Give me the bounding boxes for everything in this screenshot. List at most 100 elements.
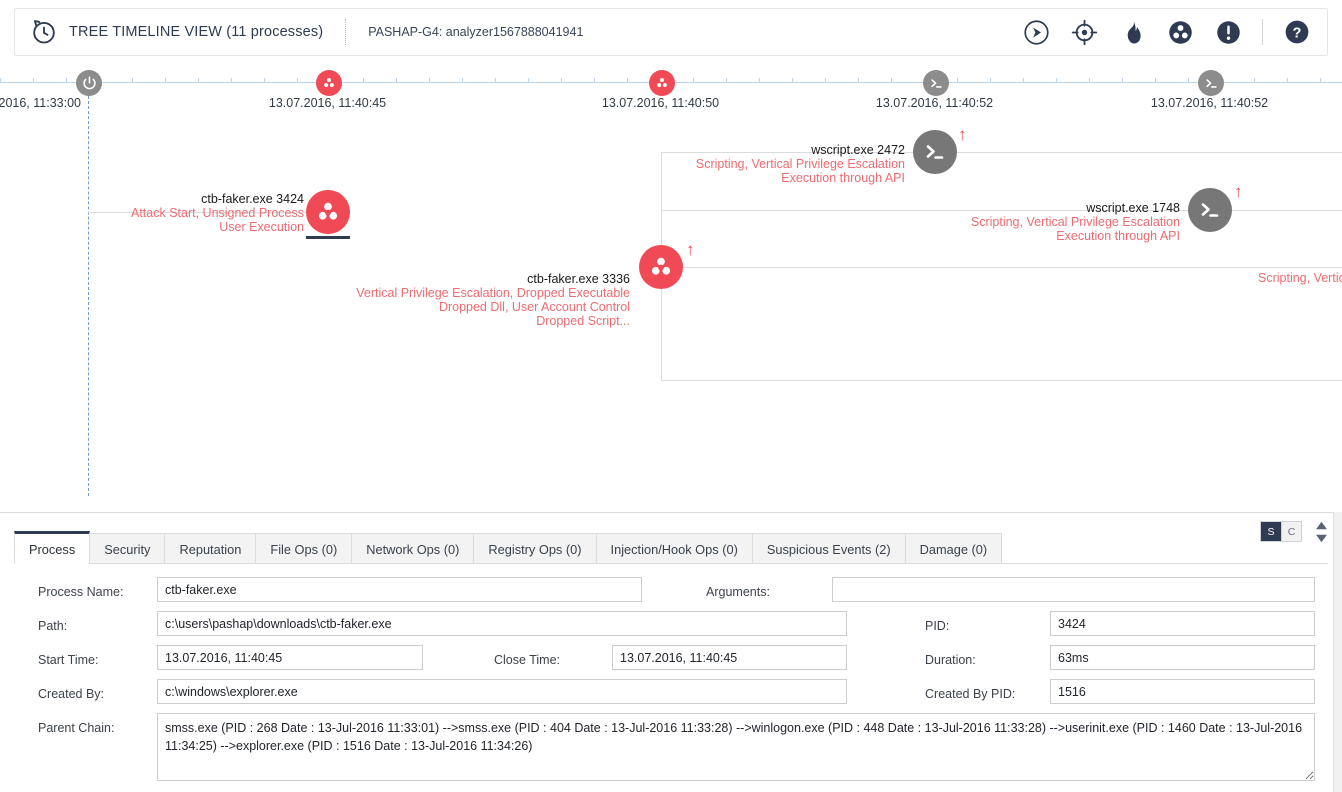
process-tags-ctb-faker-3336-2: Dropped Script... bbox=[536, 314, 630, 328]
tab-file-ops[interactable]: File Ops (0) bbox=[255, 533, 353, 564]
timeline-tick bbox=[825, 78, 826, 83]
path-input[interactable] bbox=[157, 611, 847, 636]
timeline-label-1: 13.07.2016, 11:40:45 bbox=[268, 96, 387, 110]
timeline-tick bbox=[1056, 78, 1057, 83]
tab-network-ops[interactable]: Network Ops (0) bbox=[351, 533, 475, 564]
timeline-tick bbox=[528, 78, 529, 83]
tab-label: Process bbox=[29, 541, 76, 557]
tab-label: Suspicious Events (2) bbox=[766, 541, 891, 557]
process-name-wscript-2472: wscript.exe 2472 bbox=[811, 143, 905, 157]
duration-label: Duration: bbox=[925, 653, 976, 667]
tab-reputation[interactable]: Reputation bbox=[164, 533, 257, 564]
process-tags-ctb-faker-3424-0: Attack Start, Unsigned Process bbox=[131, 206, 304, 220]
parent-chain-textarea[interactable] bbox=[157, 713, 1315, 781]
start-time-input[interactable] bbox=[157, 645, 423, 670]
details-panel: Process Security Reputation File Ops (0) Net… bbox=[0, 512, 1342, 792]
process-name-ctb-faker-3424: ctb-faker.exe 3424 bbox=[201, 192, 304, 206]
timeline-tick bbox=[759, 78, 760, 83]
created-by-label: Created By: bbox=[38, 687, 105, 701]
help-icon[interactable]: ? bbox=[1283, 18, 1311, 46]
parent-chain-label: Parent Chain: bbox=[38, 721, 115, 735]
tab-suspicious-events[interactable]: Suspicious Events (2) bbox=[751, 533, 906, 564]
history-clock-icon bbox=[29, 17, 59, 47]
play-icon[interactable] bbox=[1022, 18, 1050, 46]
timeline-label-0: .2016, 11:33:00 bbox=[0, 96, 81, 110]
details-tabbar[interactable]: Process Security Reputation File Ops (0) Net… bbox=[14, 531, 1003, 564]
timeline-label-2: 13.07.2016, 11:40:50 bbox=[601, 96, 720, 110]
tab-injection-hook-ops[interactable]: Injection/Hook Ops (0) bbox=[595, 533, 753, 564]
timeline-tick bbox=[891, 78, 892, 83]
process-tags-wscript-1748-0: Scripting, Vertical Privilege Escalation bbox=[970, 215, 1180, 229]
flame-icon[interactable] bbox=[1118, 18, 1146, 46]
timeline-label-4: 13.07.2016, 11:40:52 bbox=[1150, 96, 1269, 110]
biohazard-icon[interactable] bbox=[1166, 18, 1194, 46]
process-label-wscript-1748: wscript.exe 1748 Scripting, Vertical Pri… bbox=[971, 201, 1180, 243]
tabbar-underline bbox=[14, 563, 1328, 564]
sc-toggle-s[interactable]: S bbox=[1261, 522, 1281, 541]
process-node-wscript-1748[interactable] bbox=[1188, 188, 1232, 232]
form-row-process-name: Process Name: Arguments: bbox=[0, 577, 1342, 611]
process-name-wscript-1748: wscript.exe 1748 bbox=[1086, 201, 1180, 215]
tree-timeline-app: TREE TIMELINE VIEW (11 processes) PASHAP… bbox=[0, 0, 1342, 792]
timeline-marker-biohazard-1[interactable] bbox=[316, 70, 342, 96]
timeline-tick bbox=[858, 78, 859, 83]
panel-size-stepper[interactable] bbox=[1314, 521, 1328, 543]
tab-label: Damage (0) bbox=[919, 541, 988, 557]
timeline-marker-console-1[interactable] bbox=[923, 70, 949, 96]
process-name-ctb-faker-3336: ctb-faker.exe 3336 bbox=[527, 272, 630, 286]
panel-scrollbar[interactable] bbox=[1333, 512, 1342, 792]
process-details-form: Process Name: Arguments: Path: PID: Star… bbox=[0, 577, 1342, 783]
timeline-tick bbox=[462, 78, 463, 83]
timeline-tick bbox=[1155, 78, 1156, 83]
tab-process[interactable]: Process bbox=[14, 531, 91, 564]
arguments-input[interactable] bbox=[832, 577, 1315, 602]
process-duration-bar-3424 bbox=[306, 236, 350, 239]
created-by-input[interactable] bbox=[157, 679, 847, 704]
sc-toggle[interactable]: S C bbox=[1260, 521, 1302, 542]
timeline-label-3: 13.07.2016, 11:40:52 bbox=[875, 96, 994, 110]
pid-input[interactable] bbox=[1050, 611, 1315, 636]
process-tags-wscript-2472-0: Scripting, Vertical Privilege Escalation bbox=[695, 157, 905, 171]
process-node-ctb-faker-3424[interactable] bbox=[306, 190, 350, 234]
timeline-tick bbox=[1089, 78, 1090, 83]
tab-damage[interactable]: Damage (0) bbox=[904, 533, 1003, 564]
timeline-tick bbox=[231, 78, 232, 83]
sc-toggle-c[interactable]: C bbox=[1281, 522, 1301, 541]
timeline-tick bbox=[363, 78, 364, 83]
timeline-tick bbox=[1287, 78, 1288, 83]
timeline-marker-biohazard-2[interactable] bbox=[649, 70, 675, 96]
svg-text:?: ? bbox=[1293, 25, 1302, 41]
timeline-marker-console-2[interactable] bbox=[1198, 70, 1224, 96]
process-node-ctb-faker-3336[interactable] bbox=[639, 245, 683, 289]
timeline-tick bbox=[0, 78, 1, 83]
analyzer-subtitle: PASHAP-G4: analyzer1567888041941 bbox=[368, 25, 584, 39]
form-row-path: Path: PID: bbox=[0, 611, 1342, 645]
escalation-arrow-2472: ↑ bbox=[958, 125, 967, 144]
header-toolbar: ? bbox=[1022, 18, 1311, 46]
created-by-pid-input[interactable] bbox=[1050, 679, 1315, 704]
escalation-arrow-3336: ↑ bbox=[686, 240, 695, 259]
timeline-tick bbox=[66, 78, 67, 83]
tab-registry-ops[interactable]: Registry Ops (0) bbox=[473, 533, 597, 564]
form-row-times: Start Time: Close Time: Duration: bbox=[0, 645, 1342, 679]
timeline-tick bbox=[264, 78, 265, 83]
tab-label: Security bbox=[104, 541, 151, 557]
timeline-marker-power[interactable] bbox=[76, 70, 102, 96]
pid-label: PID: bbox=[925, 619, 950, 633]
timeline-playhead bbox=[88, 96, 89, 496]
process-name-input[interactable] bbox=[157, 577, 642, 602]
tab-label: Network Ops (0) bbox=[366, 541, 460, 557]
created-by-pid-label: Created By PID: bbox=[925, 687, 1016, 701]
target-icon[interactable] bbox=[1070, 18, 1098, 46]
tab-security[interactable]: Security bbox=[89, 533, 166, 564]
process-node-wscript-2472[interactable] bbox=[913, 130, 957, 174]
close-time-input[interactable] bbox=[612, 645, 847, 670]
duration-input[interactable] bbox=[1050, 645, 1315, 670]
timeline-tick bbox=[957, 78, 958, 83]
tab-label: Injection/Hook Ops (0) bbox=[610, 541, 738, 557]
timeline-tick bbox=[297, 78, 298, 83]
timeline-tick bbox=[726, 78, 727, 83]
alert-icon[interactable] bbox=[1214, 18, 1242, 46]
timeline-canvas[interactable]: .2016, 11:33:00 13.07.2016, 11:40:45 13.… bbox=[0, 60, 1342, 510]
timeline-tick bbox=[1122, 78, 1123, 83]
